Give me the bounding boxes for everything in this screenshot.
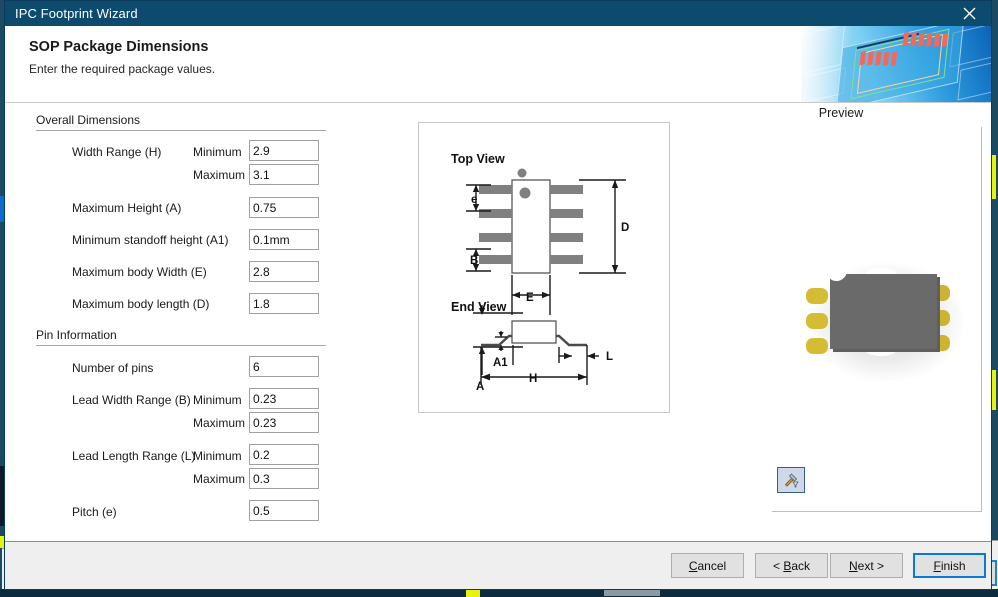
- field-sub-lead-width-min: Minimum: [193, 393, 242, 407]
- package-drawing-panel: Top View End View e B D E A1 A L H: [418, 122, 670, 413]
- input-maximum-body-width[interactable]: [249, 261, 319, 282]
- field-sub-lead-length-max: Maximum: [193, 472, 246, 486]
- input-lead-length-maximum[interactable]: [249, 468, 319, 489]
- diagram-end-view-label: End View: [451, 300, 507, 314]
- input-maximum-height[interactable]: [249, 197, 319, 218]
- diagram-top-view-label: Top View: [451, 152, 505, 166]
- field-label-maximum-height: Maximum Height (A): [72, 201, 182, 215]
- input-width-range-maximum[interactable]: [249, 164, 319, 185]
- input-pitch[interactable]: [249, 500, 319, 521]
- field-label-number-of-pins: Number of pins: [72, 361, 154, 375]
- dim-label-B: B: [470, 255, 478, 267]
- input-width-range-minimum[interactable]: [249, 140, 319, 161]
- field-label-lead-length-range: Lead Length Range (L): [72, 449, 196, 463]
- wizard-header: SOP Package Dimensions Enter the require…: [5, 26, 991, 103]
- ipc-footprint-wizard-dialog: IPC Footprint Wizard SOP Package Dimensi…: [4, 0, 992, 590]
- lead-left-2: [806, 313, 828, 329]
- preview-canvas[interactable]: [772, 127, 982, 512]
- group-rule-overall: [36, 130, 326, 131]
- lead-left-3: [806, 338, 828, 354]
- field-label-width-range: Width Range (H): [72, 145, 162, 159]
- background-taskbar: [0, 589, 998, 597]
- taskbar-gray-item: [604, 590, 660, 596]
- input-lead-width-maximum[interactable]: [249, 412, 319, 433]
- window-title: IPC Footprint Wizard: [15, 6, 138, 21]
- finish-button-label: Finish: [933, 558, 966, 573]
- preview-column: Preview: [705, 103, 991, 541]
- dim-label-E: E: [526, 292, 534, 304]
- dialog-footer: Cancel < Back Next > Finish: [5, 541, 991, 589]
- dim-label-A: A: [476, 381, 484, 393]
- input-lead-width-minimum[interactable]: [249, 388, 319, 409]
- back-button-label: < Back: [772, 558, 811, 573]
- taskbar-yellow-item: [466, 589, 480, 597]
- field-label-lead-width-range: Lead Width Range (B): [72, 393, 191, 407]
- dim-label-L: L: [606, 351, 613, 363]
- dimensions-form: Overall Dimensions Width Range (H) Minim…: [5, 103, 405, 541]
- group-rule-pin: [36, 345, 326, 346]
- input-minimum-standoff-height[interactable]: [249, 229, 319, 250]
- preview-title: Preview: [818, 106, 864, 120]
- field-label-minimum-standoff-height: Minimum standoff height (A1): [72, 233, 229, 247]
- field-label-pitch: Pitch (e): [72, 505, 117, 519]
- input-maximum-body-length[interactable]: [249, 293, 319, 314]
- group-title-pin-information: Pin Information: [36, 328, 117, 342]
- field-sub-lead-width-max: Maximum: [193, 416, 246, 430]
- input-lead-length-minimum[interactable]: [249, 444, 319, 465]
- dim-label-H: H: [529, 373, 537, 385]
- page-subtitle: Enter the required package values.: [29, 62, 216, 76]
- pin-one-marker: [826, 260, 847, 281]
- page-title: SOP Package Dimensions: [29, 39, 209, 55]
- footprint-3d-render: [800, 257, 972, 387]
- field-label-maximum-body-length: Maximum body length (D): [72, 297, 210, 311]
- title-bar: IPC Footprint Wizard: [5, 1, 991, 26]
- package-body-top: [830, 274, 937, 349]
- dim-label-e: e: [471, 194, 477, 206]
- field-sub-width-range-min: Minimum: [193, 145, 242, 159]
- dim-label-D: D: [621, 222, 629, 234]
- next-button[interactable]: Next >: [830, 553, 903, 578]
- next-button-label: Next >: [848, 558, 885, 573]
- dim-label-A1: A1: [493, 357, 508, 369]
- close-icon[interactable]: [947, 1, 991, 26]
- field-sub-width-range-max: Maximum: [193, 168, 246, 182]
- group-title-overall-dimensions: Overall Dimensions: [36, 113, 141, 127]
- input-number-of-pins[interactable]: [249, 356, 319, 377]
- dialog-body: Overall Dimensions Width Range (H) Minim…: [5, 103, 991, 541]
- cancel-button-label: Cancel: [688, 558, 727, 573]
- back-button[interactable]: < Back: [755, 553, 828, 578]
- lead-left-1: [806, 288, 828, 304]
- field-sub-lead-length-min: Minimum: [193, 449, 242, 463]
- cancel-button[interactable]: Cancel: [671, 553, 744, 578]
- pcb-banner-image: [801, 26, 991, 102]
- field-label-maximum-body-width: Maximum body Width (E): [72, 265, 207, 279]
- finish-button[interactable]: Finish: [913, 553, 986, 578]
- hammer-tool-icon[interactable]: [777, 467, 805, 493]
